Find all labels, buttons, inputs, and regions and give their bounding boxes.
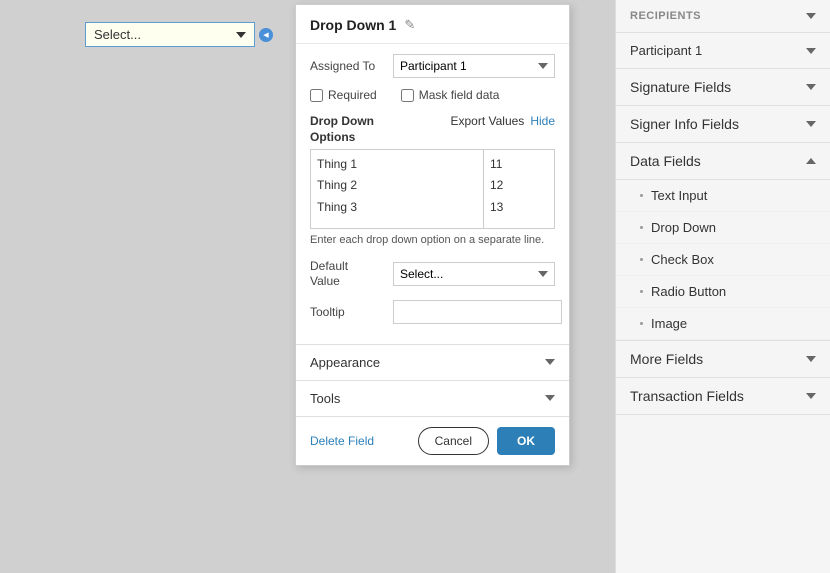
dropdown-options-label: Drop DownOptions <box>310 114 374 145</box>
properties-panel: Drop Down 1 ✎ Assigned To Participant 1 … <box>295 4 570 466</box>
required-checkbox[interactable] <box>310 89 323 102</box>
mask-checkbox-label[interactable]: Mask field data <box>401 88 500 102</box>
mask-checkbox[interactable] <box>401 89 414 102</box>
recipients-header[interactable]: RECIPIENTS <box>616 0 830 33</box>
canvas-dropdown-select[interactable]: Select... <box>85 22 255 47</box>
export-value-item: 13 <box>490 197 548 218</box>
cancel-button[interactable]: Cancel <box>418 427 489 455</box>
image-label: Image <box>651 316 687 331</box>
signer-info-row[interactable]: Signer Info Fields <box>616 106 830 143</box>
sidebar-item-image[interactable]: Image <box>616 308 830 340</box>
tools-section[interactable]: Tools <box>296 380 569 416</box>
signature-fields-row[interactable]: Signature Fields <box>616 69 830 106</box>
field-dot-icon <box>640 226 643 229</box>
edit-icon[interactable]: ✎ <box>404 17 415 33</box>
assigned-to-label: Assigned To <box>310 59 385 73</box>
field-dot-icon <box>640 322 643 325</box>
transaction-fields-label: Transaction Fields <box>630 388 744 404</box>
data-fields-section: Data Fields Text Input Drop Down Check B… <box>616 143 830 341</box>
options-header: Drop DownOptions Export Values Hide <box>310 114 555 145</box>
sidebar-item-radio-button[interactable]: Radio Button <box>616 276 830 308</box>
default-value-select[interactable]: Select... <box>393 262 555 286</box>
signature-fields-label: Signature Fields <box>630 79 731 95</box>
more-fields-chevron-icon <box>806 356 816 362</box>
tooltip-input[interactable] <box>393 300 562 324</box>
participant-row[interactable]: Participant 1 <box>616 33 830 69</box>
default-value-row: DefaultValue Select... <box>310 259 555 290</box>
assigned-to-row: Assigned To Participant 1 <box>310 54 555 78</box>
options-grid: Thing 1 Thing 2 Thing 3 11 12 13 <box>310 149 555 229</box>
signer-info-label: Signer Info Fields <box>630 116 739 132</box>
transaction-fields-chevron-icon <box>806 393 816 399</box>
options-hint: Enter each drop down option on a separat… <box>310 233 555 248</box>
dropdown-options-section: Drop DownOptions Export Values Hide Thin… <box>310 114 555 249</box>
required-checkbox-label[interactable]: Required <box>310 88 377 102</box>
options-list: Thing 1 Thing 2 Thing 3 <box>311 150 484 228</box>
panel-body: Assigned To Participant 1 Required Mask … <box>296 44 569 344</box>
panel-header: Drop Down 1 ✎ <box>296 5 569 44</box>
ok-button[interactable]: OK <box>497 427 555 455</box>
participant-label: Participant 1 <box>630 43 702 58</box>
field-dot-icon <box>640 194 643 197</box>
tooltip-row: Tooltip <box>310 300 555 324</box>
canvas-dropdown-arrow-icon <box>236 32 246 38</box>
mask-label: Mask field data <box>419 88 500 102</box>
more-fields-label: More Fields <box>630 351 703 367</box>
field-dot-icon <box>640 290 643 293</box>
export-header: Export Values Hide <box>450 114 555 128</box>
delete-field-link[interactable]: Delete Field <box>310 434 374 448</box>
drop-down-label: Drop Down <box>651 220 716 235</box>
appearance-chevron-icon <box>545 359 555 365</box>
sidebar-item-text-input[interactable]: Text Input <box>616 180 830 212</box>
app-container: Select... Drop Down 1 ✎ Assigned To Part… <box>0 0 830 573</box>
signer-info-chevron-icon <box>806 121 816 127</box>
data-fields-label: Data Fields <box>630 153 701 169</box>
footer-buttons: Cancel OK <box>418 427 555 455</box>
field-dot-icon <box>640 258 643 261</box>
check-box-label: Check Box <box>651 252 714 267</box>
list-item: Thing 1 <box>317 154 477 175</box>
checkboxes-row: Required Mask field data <box>310 88 555 102</box>
export-values-label: Export Values <box>450 114 524 128</box>
right-sidebar: RECIPIENTS Participant 1 Signature Field… <box>615 0 830 573</box>
required-label: Required <box>328 88 377 102</box>
default-value-label: DefaultValue <box>310 259 385 290</box>
canvas-dropdown-widget: Select... <box>85 22 273 47</box>
list-item: Thing 2 <box>317 175 477 196</box>
tools-label: Tools <box>310 391 340 406</box>
radio-button-label: Radio Button <box>651 284 726 299</box>
transaction-fields-row[interactable]: Transaction Fields <box>616 378 830 415</box>
panel-title: Drop Down 1 <box>310 17 396 33</box>
canvas-dropdown-value: Select... <box>94 27 141 42</box>
appearance-section[interactable]: Appearance <box>296 344 569 380</box>
canvas-drag-handle[interactable] <box>259 28 273 42</box>
list-item: Thing 3 <box>317 197 477 218</box>
export-values-list: 11 12 13 <box>484 150 554 228</box>
participant-chevron-icon <box>806 48 816 54</box>
sidebar-item-check-box[interactable]: Check Box <box>616 244 830 276</box>
assigned-to-select[interactable]: Participant 1 <box>393 54 555 78</box>
more-fields-row[interactable]: More Fields <box>616 341 830 378</box>
text-input-label: Text Input <box>651 188 707 203</box>
data-fields-chevron-icon <box>806 158 816 164</box>
data-fields-header[interactable]: Data Fields <box>616 143 830 180</box>
panel-footer: Delete Field Cancel OK <box>296 416 569 465</box>
export-value-item: 11 <box>490 154 548 175</box>
appearance-label: Appearance <box>310 355 380 370</box>
tooltip-label: Tooltip <box>310 305 385 319</box>
recipients-label: RECIPIENTS <box>630 10 701 22</box>
tools-chevron-icon <box>545 395 555 401</box>
export-value-item: 12 <box>490 175 548 196</box>
signature-fields-chevron-icon <box>806 84 816 90</box>
recipients-chevron-icon <box>806 13 816 19</box>
sidebar-item-drop-down[interactable]: Drop Down <box>616 212 830 244</box>
hide-link[interactable]: Hide <box>530 114 555 128</box>
